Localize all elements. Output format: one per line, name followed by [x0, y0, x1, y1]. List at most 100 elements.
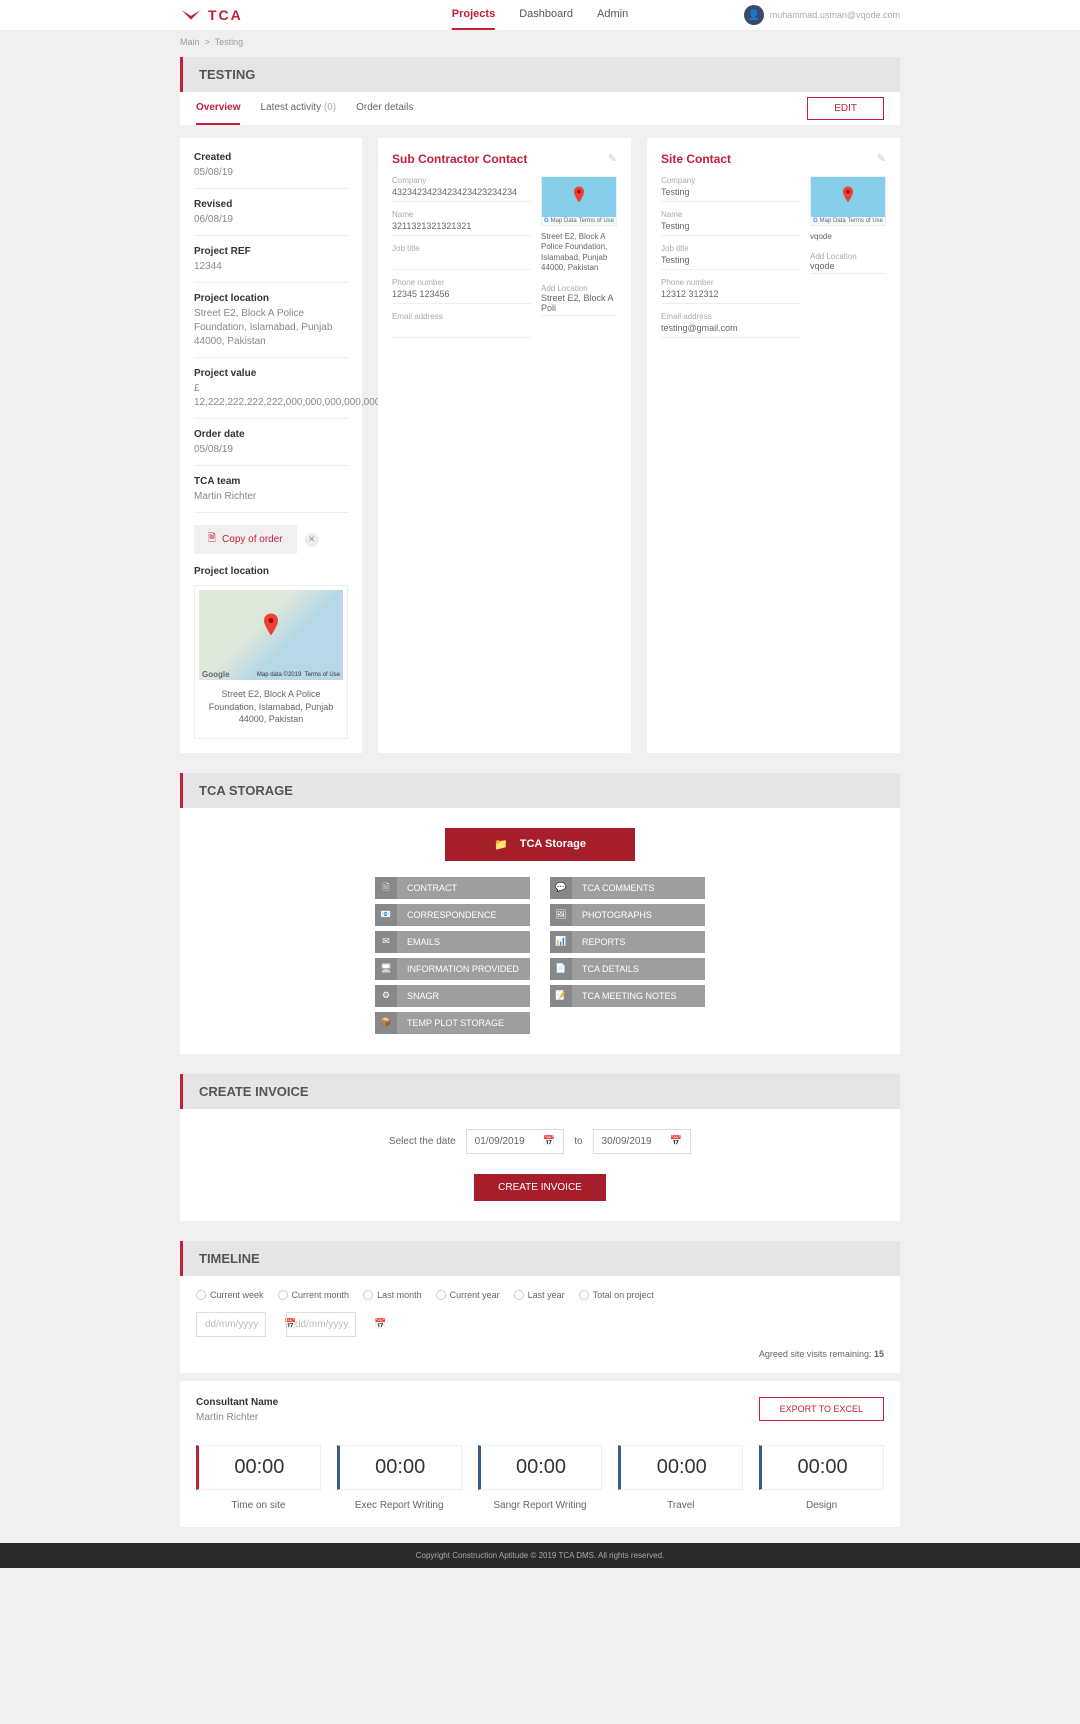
orderdate-value: 05/08/19: [194, 443, 348, 457]
tab-order-details[interactable]: Order details: [356, 92, 413, 125]
value-value: £ 12,222,222,222,222,000,000,000,000,000: [194, 382, 348, 410]
google-logo: Google: [202, 670, 230, 679]
logo-text: TCA: [208, 7, 243, 23]
calendar-icon: 📅: [374, 1319, 386, 1330]
chat-icon: 💬: [550, 877, 572, 899]
mail-icon: 📧: [375, 904, 397, 926]
edit-subcon-icon[interactable]: ✎: [608, 152, 617, 165]
main-nav: Projects Dashboard Admin: [452, 0, 628, 30]
created-value: 05/08/19: [194, 166, 348, 180]
box-icon: 📦: [375, 1012, 397, 1034]
remove-copy-button[interactable]: ✕: [305, 533, 319, 547]
avatar: 👤: [744, 5, 764, 25]
storage-emails[interactable]: ✉EMAILS: [375, 931, 530, 953]
doc-icon: 📄: [550, 958, 572, 980]
notes-icon: 📝: [550, 985, 572, 1007]
storage-correspondence[interactable]: 📧CORRESPONDENCE: [375, 904, 530, 926]
site-contact-card: Site Contact ✎ CompanyTesting NameTestin…: [647, 138, 900, 753]
consultant-name: Martin Richter: [196, 1411, 278, 1425]
copy-of-order-button[interactable]: 🗎Copy of order: [194, 525, 297, 554]
radio-current-year[interactable]: Current year: [436, 1290, 500, 1300]
calendar-icon: 📅: [543, 1136, 555, 1147]
page-title: TESTING: [180, 57, 900, 92]
nav-admin[interactable]: Admin: [597, 0, 628, 30]
username: muhammad.usman@vqode.com: [770, 10, 900, 20]
timeline-to-date[interactable]: dd/mm/yyyy📅: [286, 1312, 356, 1337]
storage-temp-plot[interactable]: 📦TEMP PLOT STORAGE: [375, 1012, 530, 1034]
export-excel-button[interactable]: EXPORT TO EXCEL: [759, 1397, 884, 1421]
design-box: 00:00Design: [759, 1445, 884, 1511]
subcontractor-contact-card: Sub Contractor Contact ✎ Company43234234…: [378, 138, 631, 753]
storage-contract[interactable]: 🗎CONTRACT: [375, 877, 530, 899]
edit-button[interactable]: EDIT: [807, 97, 884, 120]
map-caption: Street E2, Block A Police Foundation, Is…: [199, 680, 343, 734]
tca-storage-button[interactable]: 📁TCA Storage: [445, 828, 635, 861]
chart-icon: 📊: [550, 931, 572, 953]
timeline-title: TIMELINE: [180, 1241, 900, 1276]
storage-meeting-notes[interactable]: 📝TCA MEETING NOTES: [550, 985, 705, 1007]
file-icon: 🗎: [208, 531, 216, 548]
radio-total-project[interactable]: Total on project: [579, 1290, 654, 1300]
storage-title: TCA STORAGE: [180, 773, 900, 808]
tabs: Overview Latest activity (0) Order detai…: [180, 92, 429, 125]
ref-value: 12344: [194, 260, 348, 274]
monitor-icon: 🖥: [375, 958, 397, 980]
storage-comments[interactable]: 💬TCA COMMENTS: [550, 877, 705, 899]
project-meta-card: Created 05/08/19 Revised 06/08/19 Project …: [180, 138, 362, 753]
edit-site-icon[interactable]: ✎: [877, 152, 886, 165]
subcon-title: Sub Contractor Contact: [392, 152, 617, 166]
breadcrumb-current: Testing: [215, 37, 244, 47]
created-label: Created: [194, 152, 348, 163]
logo[interactable]: TCA: [180, 7, 243, 23]
nav-dashboard[interactable]: Dashboard: [519, 0, 573, 30]
site-map[interactable]: GMap DataTerms of Use: [810, 176, 886, 226]
storage-photographs[interactable]: 🖼PHOTOGRAPHS: [550, 904, 705, 926]
top-bar: TCA Projects Dashboard Admin 👤 muhammad.…: [0, 0, 1080, 31]
visits-remaining: Agreed site visits remaining: 15: [196, 1349, 884, 1359]
project-location-map[interactable]: GoogleMap data ©2019 Terms of Use Street…: [194, 585, 348, 739]
storage-details[interactable]: 📄TCA DETAILS: [550, 958, 705, 980]
team-label: TCA team: [194, 476, 348, 487]
invoice-to-date[interactable]: 30/09/2019📅: [593, 1129, 692, 1154]
subcon-map[interactable]: GMap DataTerms of Use: [541, 176, 617, 226]
folder-icon: 📁: [494, 838, 508, 851]
storage-info-provided[interactable]: 🖥INFORMATION PROVIDED: [375, 958, 530, 980]
map-pin-icon: [263, 614, 279, 639]
create-invoice-button[interactable]: CREATE INVOICE: [474, 1174, 606, 1201]
footer: Copyright Construction Aptitude © 2019 T…: [0, 1543, 1080, 1568]
timeline-from-date[interactable]: dd/mm/yyyy📅: [196, 1312, 266, 1337]
invoice-from-date[interactable]: 01/09/2019📅: [466, 1129, 565, 1154]
storage-snagr[interactable]: ⚙SNAGR: [375, 985, 530, 1007]
orderdate-label: Order date: [194, 429, 348, 440]
team-value: Martin Richter: [194, 490, 348, 504]
site-title: Site Contact: [661, 152, 886, 166]
radio-current-month[interactable]: Current month: [278, 1290, 350, 1300]
calendar-icon: 📅: [670, 1136, 682, 1147]
travel-box: 00:00Travel: [618, 1445, 743, 1511]
consultant-panel: Consultant Name Martin Richter EXPORT TO…: [180, 1381, 900, 1527]
tab-overview[interactable]: Overview: [196, 92, 240, 125]
radio-last-month[interactable]: Last month: [363, 1290, 422, 1300]
radio-last-year[interactable]: Last year: [514, 1290, 565, 1300]
select-date-label: Select the date: [389, 1136, 456, 1147]
ref-label: Project REF: [194, 246, 348, 257]
map-pin-icon: [573, 187, 585, 206]
image-icon: 🖼: [550, 904, 572, 926]
value-label: Project value: [194, 368, 348, 379]
user-area[interactable]: 👤 muhammad.usman@vqode.com: [744, 5, 900, 25]
exec-report-box: 00:00Exec Report Writing: [337, 1445, 462, 1511]
breadcrumb-main[interactable]: Main: [180, 37, 200, 47]
nav-projects[interactable]: Projects: [452, 0, 495, 30]
gear-icon: ⚙: [375, 985, 397, 1007]
envelope-icon: ✉: [375, 931, 397, 953]
location-label: Project location: [194, 293, 348, 304]
consultant-label: Consultant Name: [196, 1397, 278, 1408]
time-on-site-box: 00:00Time on site: [196, 1445, 321, 1511]
radio-current-week[interactable]: Current week: [196, 1290, 264, 1300]
tab-latest-activity[interactable]: Latest activity (0): [260, 92, 336, 125]
storage-reports[interactable]: 📊REPORTS: [550, 931, 705, 953]
sangr-report-box: 00:00Sangr Report Writing: [478, 1445, 603, 1511]
revised-label: Revised: [194, 199, 348, 210]
breadcrumb: Main > Testing: [180, 31, 900, 53]
revised-value: 06/08/19: [194, 213, 348, 227]
